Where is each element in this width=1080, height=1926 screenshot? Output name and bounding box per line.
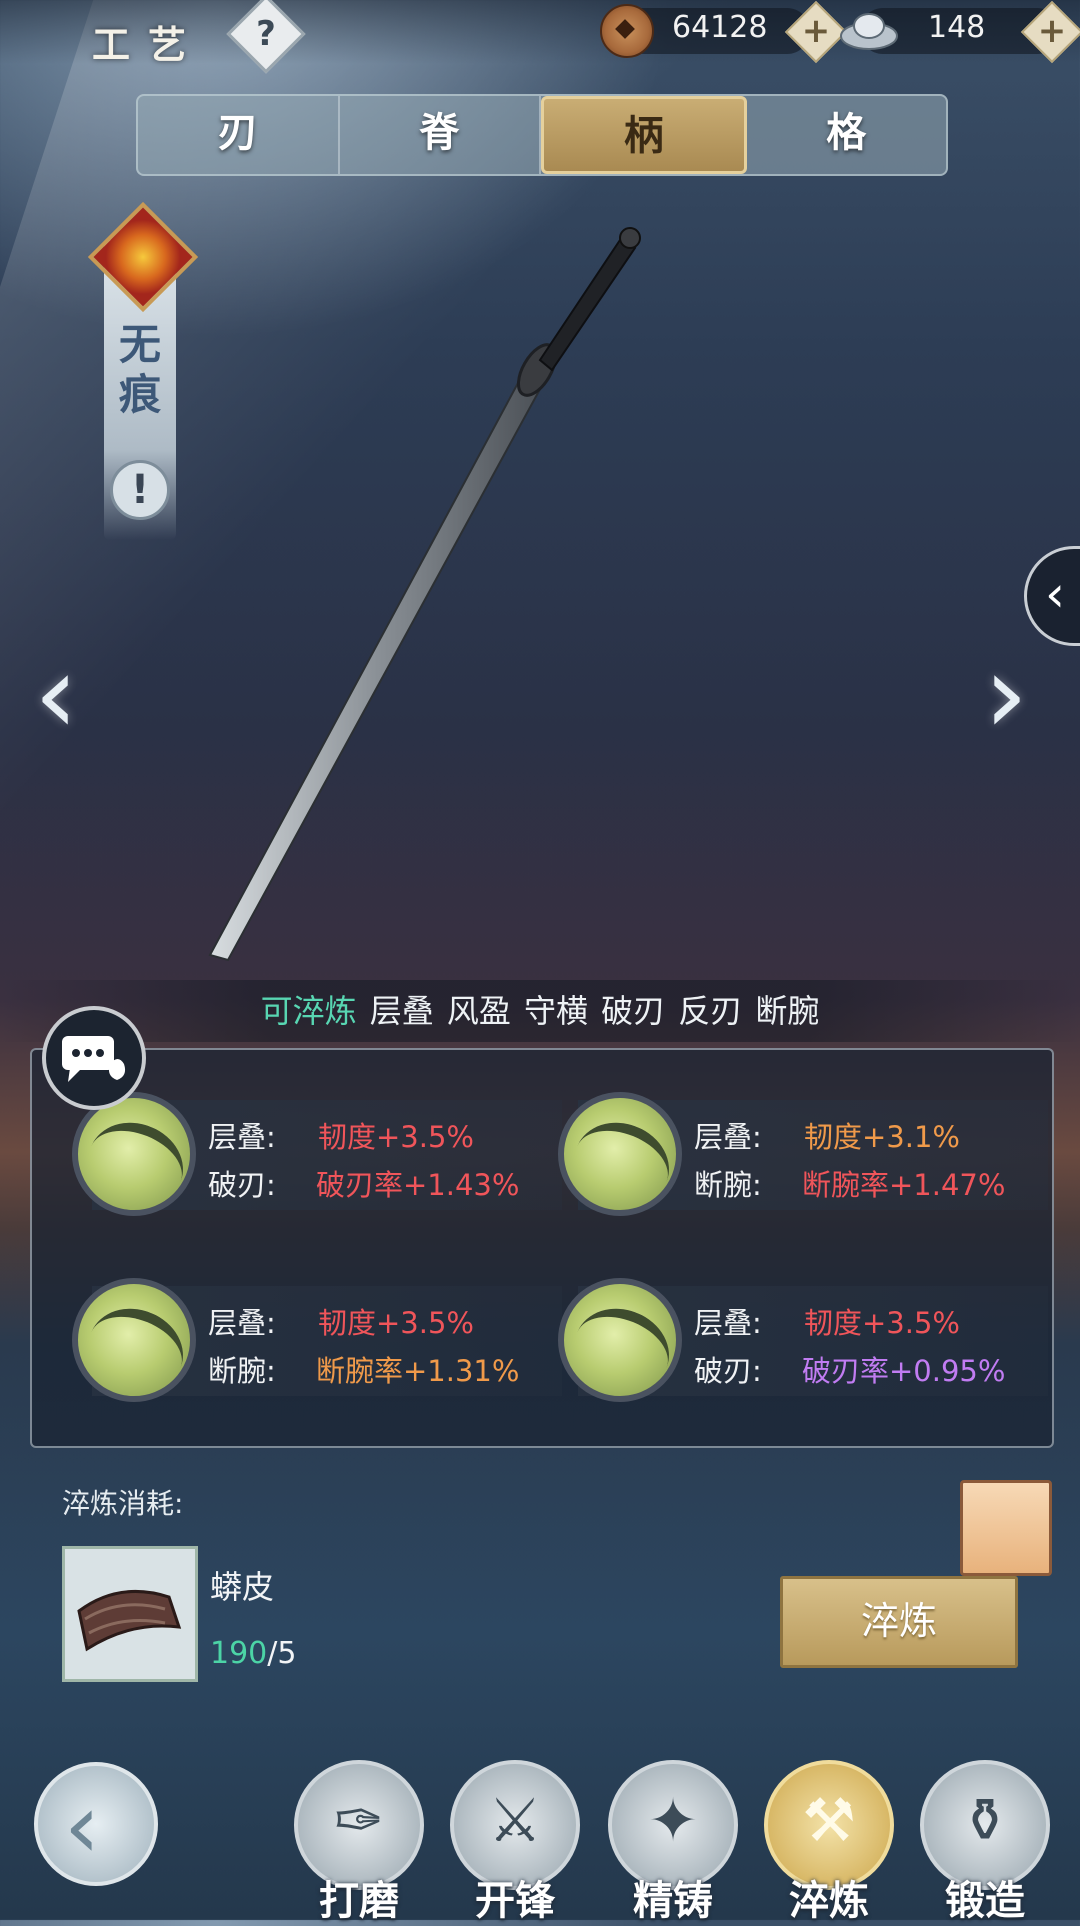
plus-icon: + bbox=[801, 11, 831, 51]
lantern-icon bbox=[960, 1480, 1052, 1576]
chat-bubble-icon[interactable] bbox=[42, 1006, 146, 1110]
stat-label: 层叠: bbox=[694, 1120, 762, 1154]
cast-glyph: ✦ bbox=[647, 1786, 699, 1856]
nav-forge[interactable]: ⚱ 锻造 bbox=[920, 1760, 1050, 1924]
next-weapon-arrow[interactable]: › bbox=[984, 630, 1028, 758]
python-skin-icon bbox=[77, 1590, 182, 1652]
page-title: 工艺 bbox=[92, 22, 205, 67]
back-button[interactable]: ‹ bbox=[34, 1762, 158, 1886]
stat-label: 层叠: bbox=[208, 1306, 276, 1340]
stat-value: 破刃率+1.43% bbox=[316, 1168, 520, 1202]
nav-polish[interactable]: ✑ 打磨 bbox=[294, 1760, 424, 1924]
forge-glyph: ⚱ bbox=[959, 1786, 1011, 1856]
polish-glyph: ✑ bbox=[333, 1786, 385, 1856]
stat-label: 破刃: bbox=[694, 1354, 762, 1388]
nav-label: 打磨 bbox=[319, 1878, 399, 1924]
tab-guard[interactable]: 格 bbox=[747, 96, 947, 174]
part-tabs: 刃 脊 柄 格 bbox=[136, 94, 948, 176]
tab-spine[interactable]: 脊 bbox=[340, 96, 541, 174]
tab-handle[interactable]: 柄 bbox=[541, 96, 747, 174]
speech-dots-icon bbox=[62, 1036, 126, 1082]
keyword-refinable: 可淬炼 bbox=[260, 992, 357, 1030]
material-count: 190/5 bbox=[210, 1636, 296, 1671]
prev-weapon-arrow[interactable]: ‹ bbox=[34, 630, 78, 758]
refine-keywords-bar: 可淬炼 层叠 风盈 守横 破刃 反刃 断腕 bbox=[0, 980, 1080, 1042]
nav-label: 锻造 bbox=[945, 1878, 1025, 1924]
material-required: /5 bbox=[267, 1636, 297, 1671]
stat-value: 断腕率+1.31% bbox=[316, 1354, 520, 1388]
nav-temper[interactable]: ⚒ 淬炼 bbox=[764, 1760, 894, 1924]
keyword: 断腕 bbox=[755, 992, 820, 1030]
refine-button[interactable]: 淬炼 bbox=[780, 1576, 1018, 1668]
nav-sharpen[interactable]: ⚔ 开锋 bbox=[450, 1760, 580, 1924]
copper-amount: 64128 bbox=[672, 10, 768, 45]
back-arrow-icon: ‹ bbox=[64, 1774, 100, 1879]
bamboo-orb-icon[interactable] bbox=[72, 1092, 196, 1216]
sharpen-glyph: ⚔ bbox=[488, 1786, 542, 1856]
chevron-left-icon: ‹ bbox=[1045, 565, 1065, 623]
bamboo-orb-icon[interactable] bbox=[72, 1278, 196, 1402]
keyword: 风盈 bbox=[446, 992, 511, 1030]
stat-label: 层叠: bbox=[694, 1306, 762, 1340]
stat-value: 韧度+3.5% bbox=[318, 1306, 474, 1340]
keyword: 反刃 bbox=[678, 992, 743, 1030]
stat-label: 破刃: bbox=[208, 1168, 276, 1202]
nav-label: 淬炼 bbox=[789, 1878, 869, 1924]
temper-glyph: ⚒ bbox=[802, 1786, 856, 1856]
tab-blade[interactable]: 刃 bbox=[138, 96, 340, 174]
weapon-info-button[interactable]: ! bbox=[110, 460, 170, 520]
nav-refined-cast[interactable]: ✦ 精铸 bbox=[608, 1760, 738, 1924]
material-owned: 190 bbox=[210, 1636, 268, 1671]
material-name: 蟒皮 bbox=[210, 1568, 275, 1606]
silver-amount: 148 bbox=[928, 10, 986, 45]
bamboo-orb-icon[interactable] bbox=[558, 1092, 682, 1216]
sword-model bbox=[208, 227, 641, 962]
stat-label: 层叠: bbox=[208, 1120, 276, 1154]
material-item-slot[interactable] bbox=[62, 1546, 198, 1682]
silver-ingot-icon bbox=[840, 13, 898, 50]
bamboo-orb-icon[interactable] bbox=[558, 1278, 682, 1402]
nav-label: 精铸 bbox=[633, 1878, 713, 1924]
stat-value: 破刃率+0.95% bbox=[802, 1354, 1006, 1388]
question-icon: ? bbox=[256, 13, 276, 54]
stat-value: 断腕率+1.47% bbox=[802, 1168, 1006, 1202]
side-panel-toggle[interactable]: ‹ bbox=[1024, 546, 1080, 646]
stat-value: 韧度+3.5% bbox=[804, 1306, 960, 1340]
stat-value: 韧度+3.5% bbox=[318, 1120, 474, 1154]
cost-label: 淬炼消耗: bbox=[62, 1487, 184, 1520]
stat-label: 断腕: bbox=[694, 1168, 762, 1202]
stat-label: 断腕: bbox=[208, 1354, 276, 1388]
keyword: 层叠 bbox=[369, 992, 434, 1030]
keyword: 破刃 bbox=[601, 992, 666, 1030]
stat-value: 韧度+3.1% bbox=[804, 1120, 960, 1154]
plus-icon: + bbox=[1037, 11, 1067, 51]
weapon-name: 无痕 bbox=[118, 320, 161, 419]
nav-label: 开锋 bbox=[475, 1878, 555, 1924]
copper-coin-icon bbox=[600, 4, 654, 58]
keyword: 守横 bbox=[523, 992, 588, 1030]
